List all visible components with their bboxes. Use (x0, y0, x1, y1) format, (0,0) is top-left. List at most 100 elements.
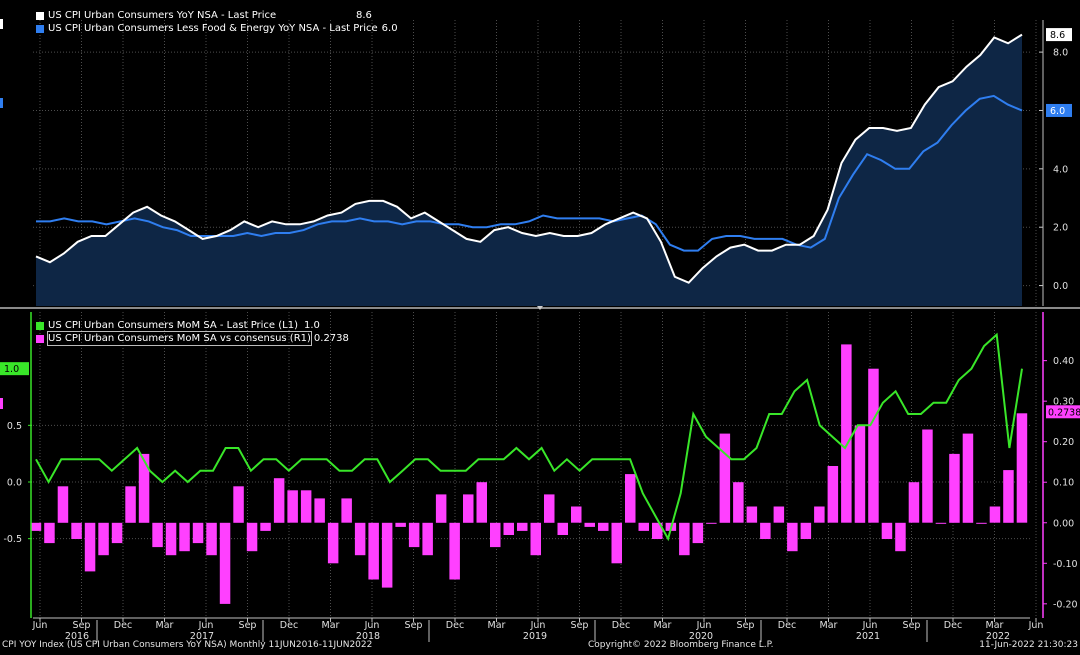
vs-consensus-bar (922, 429, 933, 523)
vs-consensus-bar (976, 522, 987, 524)
vs-consensus-bar (773, 506, 785, 523)
vs-consensus-bar (30, 522, 42, 531)
core-left-marker (0, 98, 3, 108)
legend-swatch-blue (36, 24, 44, 33)
vs-consensus-bar (787, 522, 798, 552)
vs-consensus-bar (435, 494, 447, 523)
right-y-tick-label: 0.20 (1053, 437, 1074, 448)
vs-consensus-bar (949, 453, 960, 523)
right-y-tick-label: 0.40 (1053, 356, 1074, 367)
vs-consensus-bar (381, 522, 393, 588)
legend-entry-vs-consensus[interactable]: US CPI Urban Consumers MoM SA vs consens… (36, 331, 349, 346)
vs-consensus-bar (490, 522, 501, 548)
x-month-label: Dec (612, 620, 630, 631)
x-month-label: Dec (446, 620, 464, 631)
right-y-tick-label: -0.20 (1053, 599, 1078, 610)
x-month-label: Jun (696, 620, 712, 631)
x-month-label: Dec (944, 620, 962, 631)
vs-consensus-bar (152, 522, 163, 548)
vs-consensus-bar (422, 522, 433, 556)
legend-swatch-white (36, 11, 44, 20)
legend-value: 8.6 (356, 10, 372, 21)
x-month-label: Jun (1028, 620, 1044, 631)
vs-consensus-bar (503, 522, 514, 535)
headline-last-tag: 8.6 (1050, 30, 1065, 41)
vs-consensus-bar (989, 506, 1001, 523)
vs-consensus-bar (260, 522, 271, 531)
legend-swatch-green (36, 321, 44, 330)
x-month-label: Mar (654, 620, 672, 631)
vs-consensus-bar (165, 522, 177, 556)
vs-consensus-bar (111, 522, 123, 544)
vs-consensus-bar (327, 522, 339, 564)
top-y-tick-label: 0.0 (1053, 281, 1068, 292)
vs-consensus-bar (192, 522, 204, 544)
panel-divider[interactable] (0, 306, 1080, 310)
headline-left-marker (0, 19, 3, 29)
x-month-label: Mar (986, 620, 1004, 631)
right-y-tick-label: 0.10 (1053, 478, 1074, 489)
vs-consensus-bar (571, 506, 582, 523)
vs-consensus-bar (895, 522, 906, 552)
top-y-tick-label: 4.0 (1053, 164, 1068, 175)
x-month-label: Sep (903, 620, 921, 631)
vs-consensus-bar (219, 522, 231, 604)
mom-last-tag: 1.0 (4, 364, 19, 375)
vs-consensus-bar (463, 494, 474, 523)
vs-consensus-bar (827, 466, 839, 523)
legend-value: 0.2738 (313, 333, 349, 344)
top-y-tick-label: 8.0 (1053, 48, 1068, 59)
x-month-label: Mar (156, 620, 174, 631)
x-month-label: Sep (405, 620, 423, 631)
x-month-label: Jun (862, 620, 878, 631)
vs-consensus-bar (84, 522, 96, 572)
vs-consensus-bar (341, 498, 352, 523)
vs-consensus-bar (719, 433, 731, 523)
legend-label: US CPI Urban Consumers YoY NSA - Last Pr… (48, 10, 277, 21)
x-year-label: 2021 (856, 631, 880, 642)
vs-consensus-bar (557, 522, 568, 535)
x-month-label: Sep (571, 620, 589, 631)
vs-consensus-bar (273, 478, 285, 523)
x-month-label: Sep (73, 620, 91, 631)
x-month-label: Jun (32, 620, 48, 631)
vs-consensus-bar (706, 522, 717, 524)
x-month-label: Sep (737, 620, 755, 631)
legend-entry-core-cpi[interactable]: US CPI Urban Consumers Less Food & Energ… (36, 22, 398, 35)
vs-consensus-bar (354, 522, 366, 556)
vs-consensus-bar (287, 490, 298, 523)
vs-consensus-bar (246, 522, 258, 552)
bottom-panel-grid (33, 312, 1037, 618)
vs-consensus-bar (368, 522, 379, 580)
vs-consensus-bar (841, 344, 852, 523)
top-panel-area (36, 34, 1022, 306)
vs-consensus-bar (881, 522, 893, 539)
vs-consensus-bar (517, 522, 528, 531)
vs-consensus-bar (625, 474, 636, 523)
x-month-label: Sep (239, 620, 257, 631)
right-y-tick-label: -0.10 (1053, 559, 1078, 570)
vs-consensus-bar (44, 522, 55, 544)
vs-consensus-bar (733, 482, 744, 523)
vs-consensus-bar (138, 453, 150, 523)
x-axis: Jun Sep Dec Mar Jun Sep Dec Mar Jun Sep Dec Mar Jun S… (32, 617, 1044, 642)
vs-consensus-bar (1016, 413, 1028, 523)
right-y-tick-label: 0.00 (1053, 518, 1074, 529)
vs-consensus-bar (868, 368, 879, 523)
vs-consensus-bar (611, 522, 622, 564)
vs-consensus-bar (395, 522, 406, 527)
vs-consensus-bar (98, 522, 109, 556)
legend-entry-headline-cpi[interactable]: US CPI Urban Consumers YoY NSA - Last Pr… (36, 9, 398, 22)
core-last-tag: 6.0 (1050, 106, 1065, 117)
x-year-label: 2019 (523, 631, 547, 642)
legend-value: 1.0 (304, 320, 320, 331)
vs-consensus-bar (800, 522, 812, 539)
legend-entry-mom[interactable]: US CPI Urban Consumers MoM SA - Last Pri… (36, 319, 349, 332)
left-y-tick-label: 0.5 (7, 421, 22, 432)
footer-timestamp: 11-Jun-2022 21:30:23 (979, 640, 1078, 650)
vs-consensus-bar (233, 486, 244, 523)
top-legend: US CPI Urban Consumers YoY NSA - Last Pr… (36, 9, 398, 35)
x-month-label: Mar (820, 620, 838, 631)
legend-value: 6.0 (381, 23, 398, 34)
vs-consensus-bar (314, 498, 325, 523)
